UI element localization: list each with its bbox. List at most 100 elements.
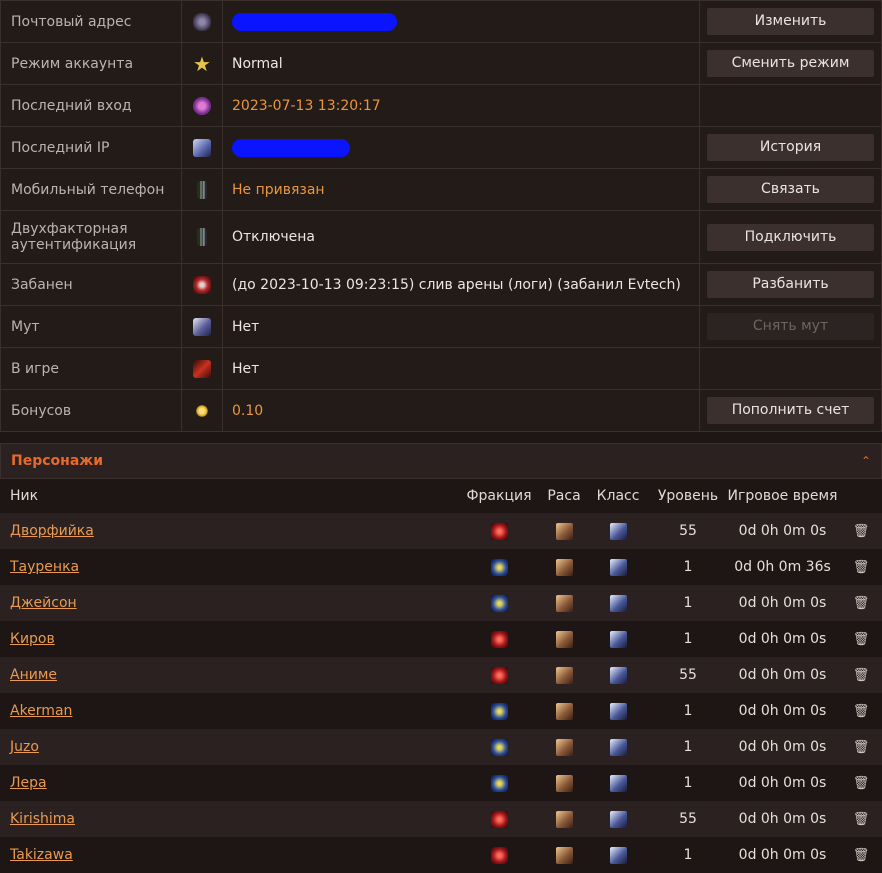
character-name-link[interactable]: Akerman <box>10 703 72 719</box>
character-name-link[interactable]: Takizawa <box>10 847 73 863</box>
trash-icon[interactable]: 🗑 <box>853 740 870 755</box>
characters-panel-header[interactable]: Персонажи ⌃ <box>0 443 882 479</box>
alliance-faction-icon <box>490 558 508 576</box>
account-row-icon-cell <box>181 0 223 43</box>
account-row-icon-cell <box>181 210 223 264</box>
race-cell <box>543 513 585 549</box>
account-row-action-cell: Снять мут <box>699 305 882 348</box>
class-icon <box>609 810 627 828</box>
trash-icon[interactable]: 🗑 <box>853 560 870 575</box>
character-playtime: 0d 0h 0m 0s <box>725 585 840 621</box>
trash-icon[interactable]: 🗑 <box>853 848 870 863</box>
horde-faction-icon <box>490 522 508 540</box>
race-cell <box>543 693 585 729</box>
column-header-class: Класс <box>585 479 651 513</box>
trash-icon[interactable]: 🗑 <box>853 704 870 719</box>
character-actions-cell: 🗑 <box>840 837 882 873</box>
character-name-link[interactable]: Киров <box>10 631 55 647</box>
character-row: Киров 1 0d 0h 0m 0s 🗑 <box>0 621 882 657</box>
account-action-button[interactable]: Изменить <box>707 8 874 35</box>
character-playtime: 0d 0h 0m 0s <box>725 621 840 657</box>
column-header-level: Уровень <box>651 479 725 513</box>
horde-faction-cell <box>455 837 543 873</box>
ban-icon <box>193 275 211 294</box>
account-row-action-cell: Сменить режим <box>699 42 882 85</box>
character-name-link[interactable]: Джейсон <box>10 595 77 611</box>
trash-icon[interactable]: 🗑 <box>853 632 870 647</box>
character-level: 1 <box>651 585 725 621</box>
horde-faction-cell <box>455 657 543 693</box>
trash-icon[interactable]: 🗑 <box>853 524 870 539</box>
account-row-action-cell <box>699 84 882 127</box>
account-row-value: (до 2023-10-13 09:23:15) слив арены (лог… <box>222 263 700 306</box>
account-action-button[interactable]: Сменить режим <box>707 50 874 77</box>
race-icon <box>555 594 573 612</box>
account-row: Последний вход 2023-07-13 13:20:17 <box>0 84 882 127</box>
redacted-value <box>232 138 350 157</box>
column-header-faction: Фракция <box>455 479 543 513</box>
trash-icon[interactable]: 🗑 <box>853 668 870 683</box>
account-action-button[interactable]: Пополнить счет <box>707 397 874 424</box>
trash-icon[interactable]: 🗑 <box>853 596 870 611</box>
account-action-button[interactable]: Связать <box>707 176 874 203</box>
class-cell <box>585 585 651 621</box>
character-row: Аниме 55 0d 0h 0m 0s 🗑 <box>0 657 882 693</box>
race-cell <box>543 585 585 621</box>
account-row: Режим аккаунта ★ Normal Сменить режим <box>0 42 882 85</box>
account-row-icon-cell <box>181 84 223 127</box>
character-name-cell: Тауренка <box>0 549 455 585</box>
account-row: Забанен (до 2023-10-13 09:23:15) слив аре… <box>0 263 882 306</box>
column-header-playtime: Игровое время <box>725 479 840 513</box>
character-playtime: 0d 0h 0m 0s <box>725 513 840 549</box>
account-row-label: В игре <box>0 347 182 390</box>
character-actions-cell: 🗑 <box>840 549 882 585</box>
account-row-label: Забанен <box>0 263 182 306</box>
chevron-up-icon[interactable]: ⌃ <box>861 454 871 468</box>
account-row: Мобильный телефон Не привязан Связать <box>0 168 882 211</box>
account-row-icon-cell: ★ <box>181 42 223 85</box>
character-playtime: 0d 0h 0m 36s <box>725 549 840 585</box>
mute-icon <box>193 317 211 336</box>
account-row-action-cell: Разбанить <box>699 263 882 306</box>
character-row: Джейсон 1 0d 0h 0m 0s 🗑 <box>0 585 882 621</box>
account-action-button[interactable]: Подключить <box>707 223 874 251</box>
character-name-link[interactable]: Тауренка <box>10 559 79 575</box>
trash-icon[interactable]: 🗑 <box>853 812 870 827</box>
account-row-value <box>222 126 700 169</box>
characters-title: Персонажи <box>11 453 104 469</box>
race-icon <box>555 702 573 720</box>
network-icon <box>193 138 211 157</box>
class-icon <box>609 702 627 720</box>
character-actions-cell: 🗑 <box>840 693 882 729</box>
horde-faction-icon <box>490 666 508 684</box>
race-icon <box>555 846 573 864</box>
column-header-race: Раса <box>543 479 585 513</box>
character-row: Juzo 1 0d 0h 0m 0s 🗑 <box>0 729 882 765</box>
character-row: Takizawa 1 0d 0h 0m 0s 🗑 <box>0 837 882 873</box>
class-cell <box>585 837 651 873</box>
character-name-link[interactable]: Лера <box>10 775 47 791</box>
character-name-link[interactable]: Kirishima <box>10 811 75 827</box>
character-actions-cell: 🗑 <box>840 801 882 837</box>
redacted-value <box>232 12 397 31</box>
coin-icon <box>196 404 208 417</box>
race-cell <box>543 801 585 837</box>
character-name-cell: Лера <box>0 765 455 801</box>
character-name-link[interactable]: Аниме <box>10 667 57 683</box>
character-level: 1 <box>651 837 725 873</box>
account-row-icon-cell <box>181 305 223 348</box>
account-row-value: 0.10 <box>222 389 700 432</box>
class-cell <box>585 513 651 549</box>
account-row-action-cell: Изменить <box>699 0 882 43</box>
account-action-button[interactable]: Разбанить <box>707 271 874 298</box>
alliance-faction-cell <box>455 549 543 585</box>
race-icon <box>555 774 573 792</box>
account-row-label: Почтовый адрес <box>0 0 182 43</box>
character-name-link[interactable]: Дворфийка <box>10 523 94 539</box>
account-action-button[interactable]: История <box>707 134 874 161</box>
horde-faction-cell <box>455 621 543 657</box>
account-row-action-cell <box>699 347 882 390</box>
trash-icon[interactable]: 🗑 <box>853 776 870 791</box>
character-name-link[interactable]: Juzo <box>10 739 39 755</box>
account-row-label: Бонусов <box>0 389 182 432</box>
